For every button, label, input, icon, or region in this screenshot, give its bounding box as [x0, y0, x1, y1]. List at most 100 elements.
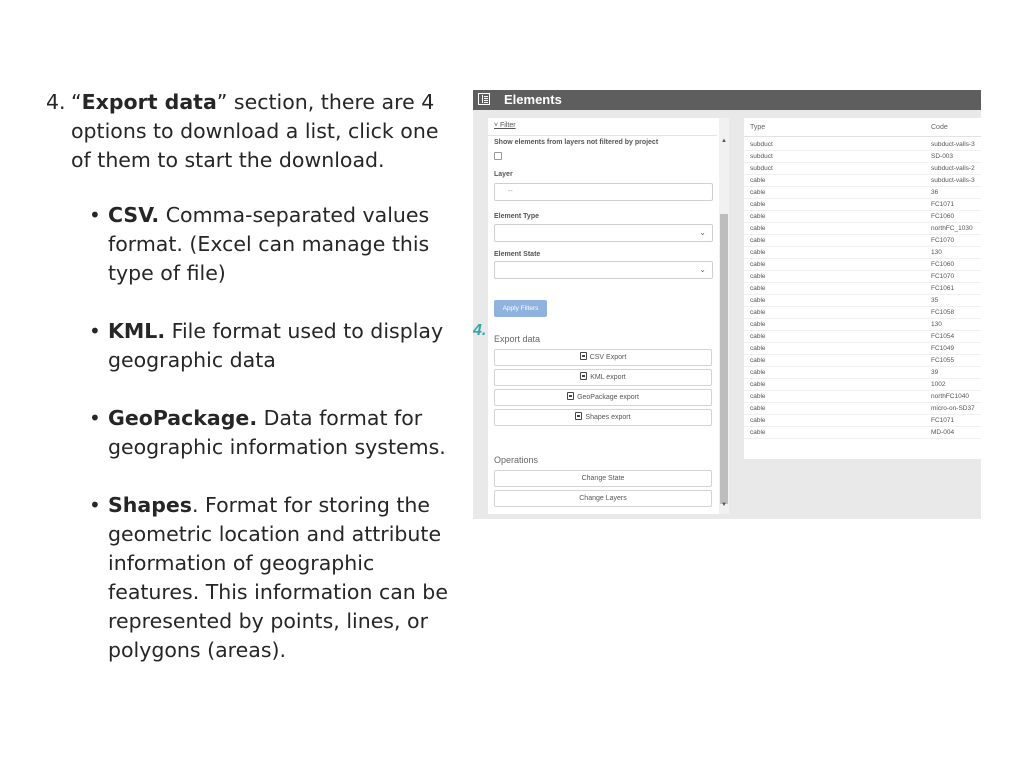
- table-row[interactable]: cable 39: [744, 367, 981, 379]
- filter-scrollbar[interactable]: ▲ ▼: [719, 118, 729, 514]
- table-row[interactable]: cable FC1060: [744, 211, 981, 223]
- filter-panel: ˅ Filter Show elements from layers not f…: [488, 118, 729, 514]
- show-elements-checkbox[interactable]: [494, 152, 502, 160]
- table-row[interactable]: cable subduct-valls-3: [744, 175, 981, 187]
- table-row[interactable]: cable 35: [744, 295, 981, 307]
- kml-file-icon: [580, 372, 588, 380]
- cell-code: micro-on-SD37: [931, 405, 975, 412]
- cell-code: FC1055: [931, 357, 955, 364]
- bullet-kml: KML. File format used to display geograp…: [89, 317, 461, 375]
- table-row[interactable]: subduct subduct-valls-2: [744, 163, 981, 175]
- cell-code: 35: [931, 297, 939, 304]
- table-row[interactable]: cable FC1054: [744, 331, 981, 343]
- column-header-code[interactable]: Code: [931, 124, 948, 131]
- shapes-file-icon: [575, 412, 583, 420]
- cell-type: cable: [750, 285, 766, 292]
- shapes-export-button[interactable]: Shapes export: [494, 409, 712, 426]
- cell-code: 130: [931, 249, 942, 256]
- table-row[interactable]: cable 36: [744, 187, 981, 199]
- kml-export-button[interactable]: KML export: [494, 369, 712, 386]
- cell-type: subduct: [750, 153, 773, 160]
- geopackage-export-label: GeoPackage export: [577, 394, 639, 401]
- layer-placeholder: --: [508, 188, 513, 195]
- csv-file-icon: [579, 352, 587, 360]
- cell-code: 39: [931, 369, 939, 376]
- bullet-shapes: Shapes. Format for storing the geometric…: [89, 491, 461, 665]
- cell-type: cable: [750, 357, 766, 364]
- cell-type: cable: [750, 201, 766, 208]
- change-layers-button[interactable]: Change Layers: [494, 490, 712, 507]
- export-data-title: Export data: [494, 334, 541, 344]
- panel-title: Elements: [504, 92, 562, 107]
- cell-type: cable: [750, 369, 766, 376]
- bullet-term: GeoPackage.: [108, 406, 258, 430]
- element-type-label: Element Type: [494, 213, 539, 220]
- table-row[interactable]: cable FC1055: [744, 355, 981, 367]
- table-row[interactable]: subduct subduct-valls-3: [744, 139, 981, 151]
- element-state-select[interactable]: ⌄: [494, 261, 713, 279]
- bullet-term: KML.: [108, 319, 166, 343]
- table-row[interactable]: cable 1002: [744, 379, 981, 391]
- table-row[interactable]: subduct SD-003: [744, 151, 981, 163]
- table-row[interactable]: cable FC1070: [744, 271, 981, 283]
- elements-table: Type Code subduct subduct-valls-3 subduct S…: [744, 118, 981, 459]
- operations-title: Operations: [494, 455, 539, 465]
- table-row[interactable]: cable northFC1040: [744, 391, 981, 403]
- cell-code: FC1070: [931, 273, 955, 280]
- cell-type: cable: [750, 297, 766, 304]
- geopackage-export-button[interactable]: GeoPackage export: [494, 389, 712, 406]
- scroll-thumb[interactable]: [720, 214, 728, 504]
- change-state-button[interactable]: Change State: [494, 470, 712, 487]
- cell-type: subduct: [750, 165, 773, 172]
- cell-type: cable: [750, 405, 766, 412]
- table-row[interactable]: cable 130: [744, 319, 981, 331]
- elements-screenshot: Elements 4. ˅ Filter Show elements from …: [473, 90, 981, 519]
- cell-code: 36: [931, 189, 939, 196]
- kml-export-label: KML export: [590, 374, 626, 381]
- layer-input[interactable]: --: [494, 183, 713, 201]
- cell-code: SD-003: [931, 153, 954, 160]
- column-header-type[interactable]: Type: [750, 124, 765, 131]
- show-elements-label: Show elements from layers not filtered b…: [494, 139, 659, 146]
- table-row[interactable]: cable northFC_1030: [744, 223, 981, 235]
- cell-type: cable: [750, 249, 766, 256]
- table-row[interactable]: cable FC1071: [744, 415, 981, 427]
- cell-code: 1002: [931, 381, 946, 388]
- bullet-text: . Format for storing the geometric locat…: [108, 493, 448, 662]
- csv-export-button[interactable]: CSV Export: [494, 349, 712, 366]
- cell-code: FC1071: [931, 417, 955, 424]
- cell-code: FC1054: [931, 333, 955, 340]
- table-row[interactable]: cable MD-004: [744, 427, 981, 439]
- cell-code: subduct-valls-3: [931, 141, 975, 148]
- table-row[interactable]: cable FC1049: [744, 343, 981, 355]
- table-row[interactable]: cable FC1061: [744, 283, 981, 295]
- table-row[interactable]: cable FC1071: [744, 199, 981, 211]
- bullet-term: CSV.: [108, 203, 160, 227]
- filter-toggle[interactable]: ˅ Filter: [494, 122, 516, 129]
- element-type-select[interactable]: ⌄: [494, 224, 713, 242]
- apply-filters-button[interactable]: Apply Filters: [494, 300, 547, 317]
- cell-type: cable: [750, 261, 766, 268]
- table-row[interactable]: cable micro-on-SD37: [744, 403, 981, 415]
- panel-icon[interactable]: [478, 93, 490, 105]
- instructions: 4. “Export data” section, there are 4 op…: [46, 88, 461, 694]
- table-row[interactable]: cable FC1060: [744, 259, 981, 271]
- cell-code: FC1058: [931, 309, 955, 316]
- csv-export-label: CSV Export: [589, 354, 627, 361]
- cell-code: FC1060: [931, 213, 955, 220]
- step-4: 4. “Export data” section, there are 4 op…: [46, 88, 461, 175]
- table-row[interactable]: cable 130: [744, 247, 981, 259]
- cell-type: cable: [750, 321, 766, 328]
- geopackage-file-icon: [567, 392, 575, 400]
- cell-type: cable: [750, 177, 766, 184]
- scroll-down-icon[interactable]: ▼: [721, 502, 727, 508]
- cell-code: FC1071: [931, 201, 955, 208]
- cell-type: cable: [750, 189, 766, 196]
- cell-type: cable: [750, 213, 766, 220]
- format-list: CSV. Comma-separated values format. (Exc…: [46, 201, 461, 665]
- cell-type: cable: [750, 417, 766, 424]
- table-row[interactable]: cable FC1058: [744, 307, 981, 319]
- cell-code: FC1049: [931, 345, 955, 352]
- scroll-up-icon[interactable]: ▲: [721, 138, 727, 144]
- table-row[interactable]: cable FC1070: [744, 235, 981, 247]
